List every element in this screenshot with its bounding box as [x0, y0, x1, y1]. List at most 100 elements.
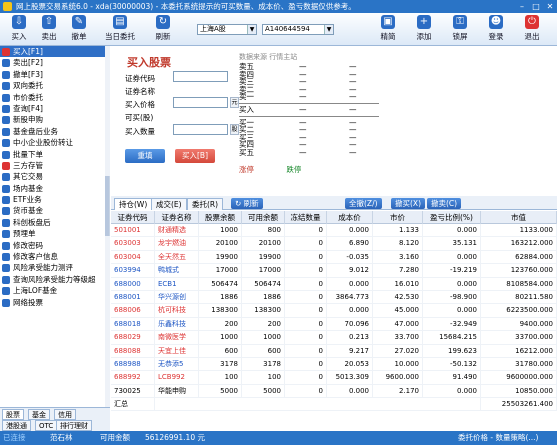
sidebar-item-market-order[interactable]: 市价委托 [0, 92, 109, 103]
sidebar-item-money-fund[interactable]: 货币基金 [0, 205, 109, 216]
table-row[interactable]: 688006 杭可科技 138300 138300 0 0.000 45.000 0.000 6… [111, 304, 557, 318]
col-price[interactable]: 市价 [373, 211, 423, 224]
col-code[interactable]: 证券代码 [111, 211, 155, 224]
sidebar-item-change-password[interactable]: 修改密码 [0, 240, 109, 251]
close-icon[interactable]: ✕ [543, 0, 557, 13]
cell-code: 688992 [111, 371, 155, 385]
sidebar-item-risk-test[interactable]: 风险承受能力测评 [0, 262, 109, 273]
cell-ratio: 199.623 [423, 344, 481, 358]
toolbar-lock-button[interactable]: ⚿ 锁屏 [445, 15, 475, 45]
tab-hk-connect[interactable]: 港股通 [2, 420, 31, 431]
table-row[interactable]: 688088 天宜上佳 600 600 0 9.217 27.020 199.623 16212… [111, 344, 557, 358]
sidebar-item-risk-level-query[interactable]: 查询风险承受能力等级超 [0, 274, 109, 285]
table-row[interactable]: 603003 龙宇燃油 20100 20100 0 6.890 8.120 35.131 163… [111, 237, 557, 251]
daily-orders-icon: ▤ [113, 15, 127, 29]
toolbar-daily-orders-button[interactable]: ▤ 当日委托 [100, 15, 140, 45]
limit-down-label: 跌停 [286, 165, 302, 174]
tab-otc[interactable]: OTC [35, 420, 58, 431]
refresh-icon: ↻ [156, 15, 170, 29]
buy-submit-button[interactable]: 买入[B] [175, 149, 215, 163]
sidebar-item-etf[interactable]: ETF业务 [0, 194, 109, 205]
code-input[interactable] [173, 71, 228, 82]
col-ratio[interactable]: 盈亏比例(%) [423, 211, 481, 224]
table-row[interactable]: 688001 华兴源创 1886 1886 0 3864.773 42.530 -98.900… [111, 290, 557, 305]
scrollbar-thumb[interactable] [105, 176, 110, 236]
sidebar-item-onsite-fund[interactable]: 场内基金 [0, 183, 109, 194]
col-name[interactable]: 证券名称 [155, 211, 199, 224]
sidebar-item-sell[interactable]: 卖出[F2] [0, 57, 109, 68]
sidebar-item-edit-customer[interactable]: 修改客户信息 [0, 251, 109, 262]
table-row[interactable]: 603004 全天然五 19900 19900 0 -0.035 3.160 0.000 628… [111, 250, 557, 265]
qty-label: 买入数量 [125, 127, 155, 136]
refresh-icon: ↻ [235, 199, 244, 208]
sidebar-item-preorder[interactable]: 预埋单 [0, 228, 109, 239]
qty-input[interactable] [173, 124, 228, 135]
tab-stock[interactable]: 股票 [2, 409, 24, 420]
cell-frozen: 0 [285, 304, 327, 318]
cell-value: 80211.580 [481, 290, 557, 305]
cell-value: 62884.000 [481, 250, 557, 265]
col-value[interactable]: 市值 [481, 211, 557, 224]
sidebar-item-shanghai-lof[interactable]: 上海LOF基金 [0, 285, 109, 296]
sidebar-scrollbar[interactable] [105, 46, 110, 407]
col-available[interactable]: 可用余额 [242, 211, 285, 224]
sidebar-item-sme-transfer[interactable]: 中小企业股份转让 [0, 137, 109, 148]
cell-cost: 0.000 [327, 224, 373, 238]
cell-price: 9600.000 [373, 371, 423, 385]
table-row[interactable]: 730025 华能申购 5000 5000 0 0.000 2.170 0.000 10850.… [111, 384, 557, 399]
table-row[interactable]: 688988 无恭添5 3178 3178 0 20.053 10.000 -50.132 31… [111, 357, 557, 372]
tab-fund[interactable]: 基金 [28, 409, 50, 420]
col-cost[interactable]: 成本价 [327, 211, 373, 224]
sidebar-item-buy[interactable]: 买入[F1] [0, 46, 109, 58]
toolbar-buy-button[interactable]: ⇩ 买入 [4, 15, 34, 45]
tab-wealth[interactable]: 排行理财 [56, 420, 92, 431]
toolbar-login-button[interactable]: ☻ 登录 [481, 15, 511, 45]
sidebar-item-online-vote[interactable]: 网络投票 [0, 297, 109, 308]
toolbar-sell-button[interactable]: ⇧ 卖出 [34, 15, 64, 45]
account-select[interactable]: A140644594 ▼ [262, 24, 334, 35]
sidebar-item-fund-after-hours[interactable]: 基金盘后业务 [0, 126, 109, 137]
table-row[interactable]: 688000 ECB1 506474 506474 0 0.000 16.010 0.000 8… [111, 277, 557, 291]
toolbar-add-button[interactable]: + 添加 [409, 15, 439, 45]
sidebar-item-ipo[interactable]: 新股申购 [0, 114, 109, 125]
market-select[interactable]: 上海A股 ▼ [197, 24, 257, 35]
col-balance[interactable]: 股票余额 [199, 211, 242, 224]
table-row[interactable]: 688029 南微医学 1000 1000 0 0.213 33.700 15684.215 3… [111, 331, 557, 345]
toolbar-compact-button[interactable]: ▣ 精简 [373, 15, 403, 45]
sidebar-item-query[interactable]: 查询[F4] [0, 103, 109, 114]
table-row[interactable]: 603994 鸭城式 17000 17000 0 9.012 7.280 -19.219 123… [111, 264, 557, 278]
funds-label: 可用金额 [100, 433, 130, 442]
cancel-all-button[interactable]: 全撤(Z/) [345, 198, 382, 209]
cancel-buy-button[interactable]: 撤买(X) [391, 198, 425, 209]
toolbar-exit-button[interactable]: ⏻ 退出 [517, 15, 547, 45]
cell-code: 603994 [111, 264, 155, 278]
sidebar-item-star-after-hours[interactable]: 科创板盘后 [0, 217, 109, 228]
table-row[interactable]: 501001 财通精选 1000 800 0 0.000 1.133 0.000 1133.00… [111, 224, 557, 238]
tab-trades[interactable]: 成交(E) [151, 198, 187, 210]
maximize-icon[interactable]: □ [529, 0, 543, 13]
sidebar-item-third-party-custody[interactable]: 三方存管 [0, 160, 109, 171]
sidebar-item-batch-order[interactable]: 批量下单 [0, 149, 109, 160]
cell-value: 33700.000 [481, 331, 557, 345]
minimize-icon[interactable]: – [515, 0, 529, 13]
title-bar: 网上股票交易系统6.0 - xda(30000003) - 本委托系统提示的可买… [0, 0, 557, 13]
cell-ratio: 0.000 [423, 304, 481, 318]
sidebar-item-other-trade[interactable]: 其它交易 [0, 171, 109, 182]
price-input[interactable] [173, 97, 228, 108]
tab-positions[interactable]: 持仓(W) [114, 198, 153, 210]
reset-button[interactable]: 重填 [125, 149, 165, 163]
ask-5-row: 卖五 — — [239, 62, 357, 71]
cancel-sell-button[interactable]: 撤卖(C) [427, 198, 462, 209]
toolbar-refresh-button[interactable]: ↻ 刷新 [148, 15, 178, 45]
sidebar-item-cancel[interactable]: 撤单[F3] [0, 69, 109, 80]
col-frozen[interactable]: 冻结数量 [285, 211, 327, 224]
cell-price: 2.170 [373, 384, 423, 399]
table-row[interactable]: 688018 乐鑫科技 200 200 0 70.096 47.000 -32.949 9400… [111, 317, 557, 332]
tab-credit[interactable]: 信用 [54, 409, 76, 420]
table-row[interactable]: 688992 LCB992 100 100 0 5013.309 9600.000 91.49… [111, 371, 557, 385]
cell-available: 5000 [242, 384, 285, 399]
sidebar-item-two-way[interactable]: 双向委托 [0, 80, 109, 91]
refresh-button[interactable]: ↻ 刷新 [231, 198, 263, 209]
toolbar-cancel-order-button[interactable]: ✎ 撤单 [64, 15, 94, 45]
tab-orders[interactable]: 委托(R) [187, 198, 224, 210]
